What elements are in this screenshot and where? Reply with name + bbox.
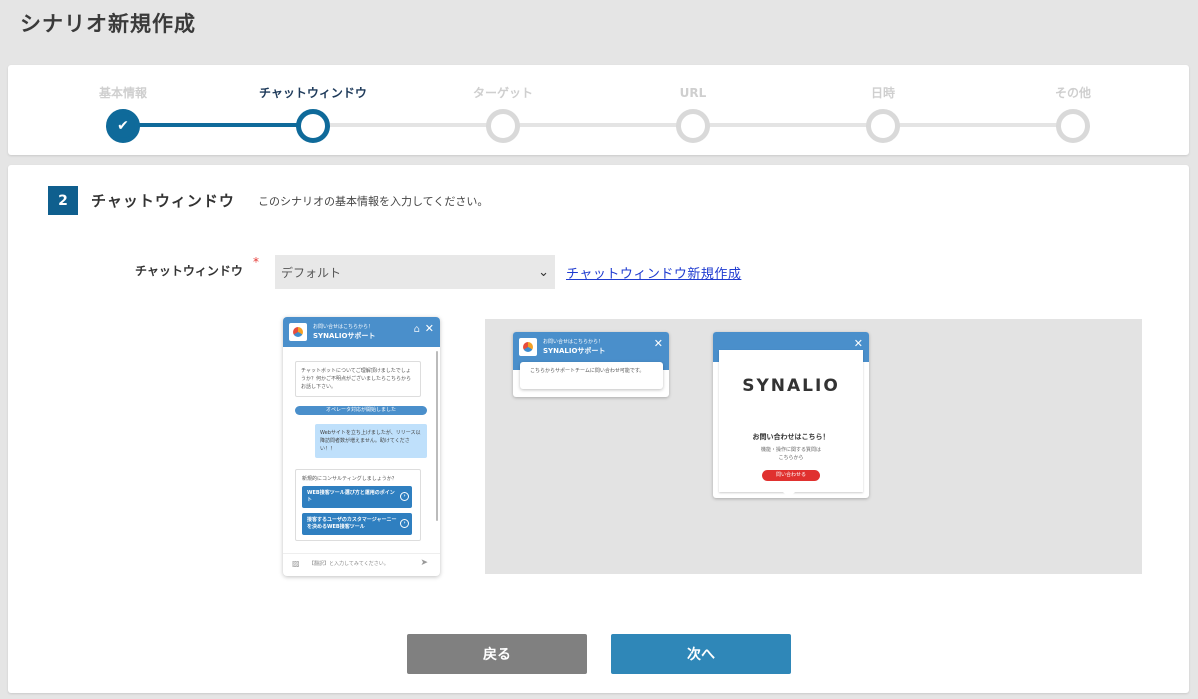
select-value: デフォルト bbox=[281, 265, 342, 280]
step-label: チャットウィンドウ bbox=[259, 86, 367, 100]
choice-button: 接客するユーザのカスタマージャーニーを決めるWEB接客ツール › bbox=[302, 513, 412, 535]
chat-window-select[interactable]: デフォルト ⌄ bbox=[275, 255, 555, 289]
popup-subtitle-line: 機能・操作に関する質問は bbox=[760, 447, 821, 453]
choice-button: WEB接客ツール選び方と運用のポイント › bbox=[302, 486, 412, 508]
chat-window-label: チャットウィンドウ bbox=[135, 264, 243, 278]
required-mark: * bbox=[253, 255, 259, 269]
next-button[interactable]: 次へ bbox=[611, 634, 791, 674]
chat-input: 【翻訳】と入力してみてください。 bbox=[309, 561, 389, 567]
popup-title: お問い合わせはこちら！ bbox=[752, 433, 830, 441]
step-circle bbox=[486, 109, 520, 143]
chat-subtitle: お問い合せはこちらから！ bbox=[313, 324, 374, 330]
chevron-right-icon: › bbox=[400, 492, 409, 501]
choice-card: 新規的にコンサルティングしましょうか？ WEB接客ツール選び方と運用のポイント … bbox=[295, 469, 421, 541]
bot-message: チャットボットについてご理解頂けましたでしょうか？何かご不明点がございましたらこ… bbox=[295, 361, 421, 397]
banner-message: こちらからサポートチームに問い合わせ可能です。 bbox=[520, 362, 663, 389]
step-line-progress bbox=[123, 123, 313, 127]
popup-contact-button: 問い合わせる bbox=[762, 470, 820, 481]
step-circle bbox=[1056, 109, 1090, 143]
chat-window-preview: お問い合せはこちらから！ SYNALIOサポート ⌂ ✕ チャットボットについて… bbox=[283, 317, 440, 576]
chevron-down-icon: ⌄ bbox=[538, 264, 549, 280]
choice-button-label: WEB接客ツール選び方と運用のポイント bbox=[307, 490, 395, 503]
close-icon: ✕ bbox=[853, 337, 863, 350]
stepper: 基本情報 ✔ チャットウィンドウ ターゲット URL 日時 その他 bbox=[8, 65, 1189, 155]
chat-header: お問い合せはこちらから！ SYNALIOサポート ⌂ ✕ bbox=[283, 317, 440, 347]
step-circle bbox=[296, 109, 330, 143]
chat-footer: ▨ 【翻訳】と入力してみてください。 ➤ bbox=[283, 553, 440, 576]
step-circle bbox=[866, 109, 900, 143]
step-label: ターゲット bbox=[472, 86, 533, 100]
banner-preview: お問い合せはこちらから！ SYNALIOサポート ✕ こちらからサポートチームに… bbox=[513, 332, 669, 397]
popup-tail bbox=[783, 492, 795, 498]
step-label: URL bbox=[679, 86, 707, 100]
popup-content: SYNALIO お問い合わせはこちら！ 機能・操作に関する質問は こちらから 問… bbox=[719, 350, 863, 492]
popup-preview: ✕ SYNALIO お問い合わせはこちら！ 機能・操作に関する質問は こちらから… bbox=[713, 332, 869, 498]
logo-icon bbox=[289, 323, 307, 341]
send-icon: ➤ bbox=[420, 558, 428, 568]
banner-name: SYNALIOサポート bbox=[543, 347, 606, 355]
step-target[interactable]: ターゲット bbox=[443, 65, 563, 143]
chevron-right-icon: › bbox=[400, 519, 409, 528]
logo-icon bbox=[519, 338, 537, 356]
section-number: 2 bbox=[48, 186, 78, 215]
main-card: 2 チャットウィンドウ このシナリオの基本情報を入力してください。 チャットウィ… bbox=[8, 165, 1189, 693]
popup-subtitle: 機能・操作に関する質問は こちらから bbox=[719, 446, 863, 462]
step-url[interactable]: URL bbox=[633, 65, 753, 143]
image-icon: ▨ bbox=[292, 559, 300, 568]
step-label: 基本情報 bbox=[98, 86, 147, 100]
step-datetime[interactable]: 日時 bbox=[823, 65, 943, 143]
step-label: その他 bbox=[1054, 86, 1091, 100]
home-icon: ⌂ bbox=[413, 324, 420, 335]
banner-subtitle: お問い合せはこちらから！ bbox=[543, 339, 604, 345]
page-title: シナリオ新規作成 bbox=[20, 12, 196, 36]
check-icon: ✔ bbox=[106, 109, 140, 143]
chat-scrollbar bbox=[436, 351, 438, 521]
step-basic-info[interactable]: 基本情報 ✔ bbox=[63, 65, 183, 143]
user-message: Webサイトを立ち上げましたが、リリース以降訪問者数が増えません。助けてください… bbox=[315, 424, 427, 458]
chat-body: チャットボットについてご理解頂けましたでしょうか？何かご不明点がございましたらこ… bbox=[283, 347, 440, 547]
synalio-logo: SYNALIO bbox=[742, 376, 840, 396]
close-icon: ✕ bbox=[653, 337, 663, 350]
step-chat-window[interactable]: チャットウィンドウ bbox=[253, 65, 373, 143]
choice-button-label: 接客するユーザのカスタマージャーニーを決めるWEB接客ツール bbox=[307, 517, 397, 530]
close-icon: ✕ bbox=[424, 322, 434, 335]
choice-question: 新規的にコンサルティングしましょうか？ bbox=[302, 476, 397, 482]
chat-name: SYNALIOサポート bbox=[313, 332, 376, 340]
step-other[interactable]: その他 bbox=[1013, 65, 1133, 143]
step-label: 日時 bbox=[870, 86, 895, 100]
section-description: このシナリオの基本情報を入力してください。 bbox=[258, 195, 489, 208]
operator-notice: オペレータ対応が開始しました bbox=[295, 406, 427, 415]
back-button[interactable]: 戻る bbox=[407, 634, 587, 674]
section-title: チャットウィンドウ bbox=[91, 192, 235, 210]
popup-subtitle-line: こちらから bbox=[778, 455, 804, 461]
step-circle bbox=[676, 109, 710, 143]
display-preview-area: お問い合せはこちらから！ SYNALIOサポート ✕ こちらからサポートチームに… bbox=[485, 319, 1142, 574]
create-chat-window-link[interactable]: チャットウィンドウ新規作成 bbox=[566, 263, 741, 282]
